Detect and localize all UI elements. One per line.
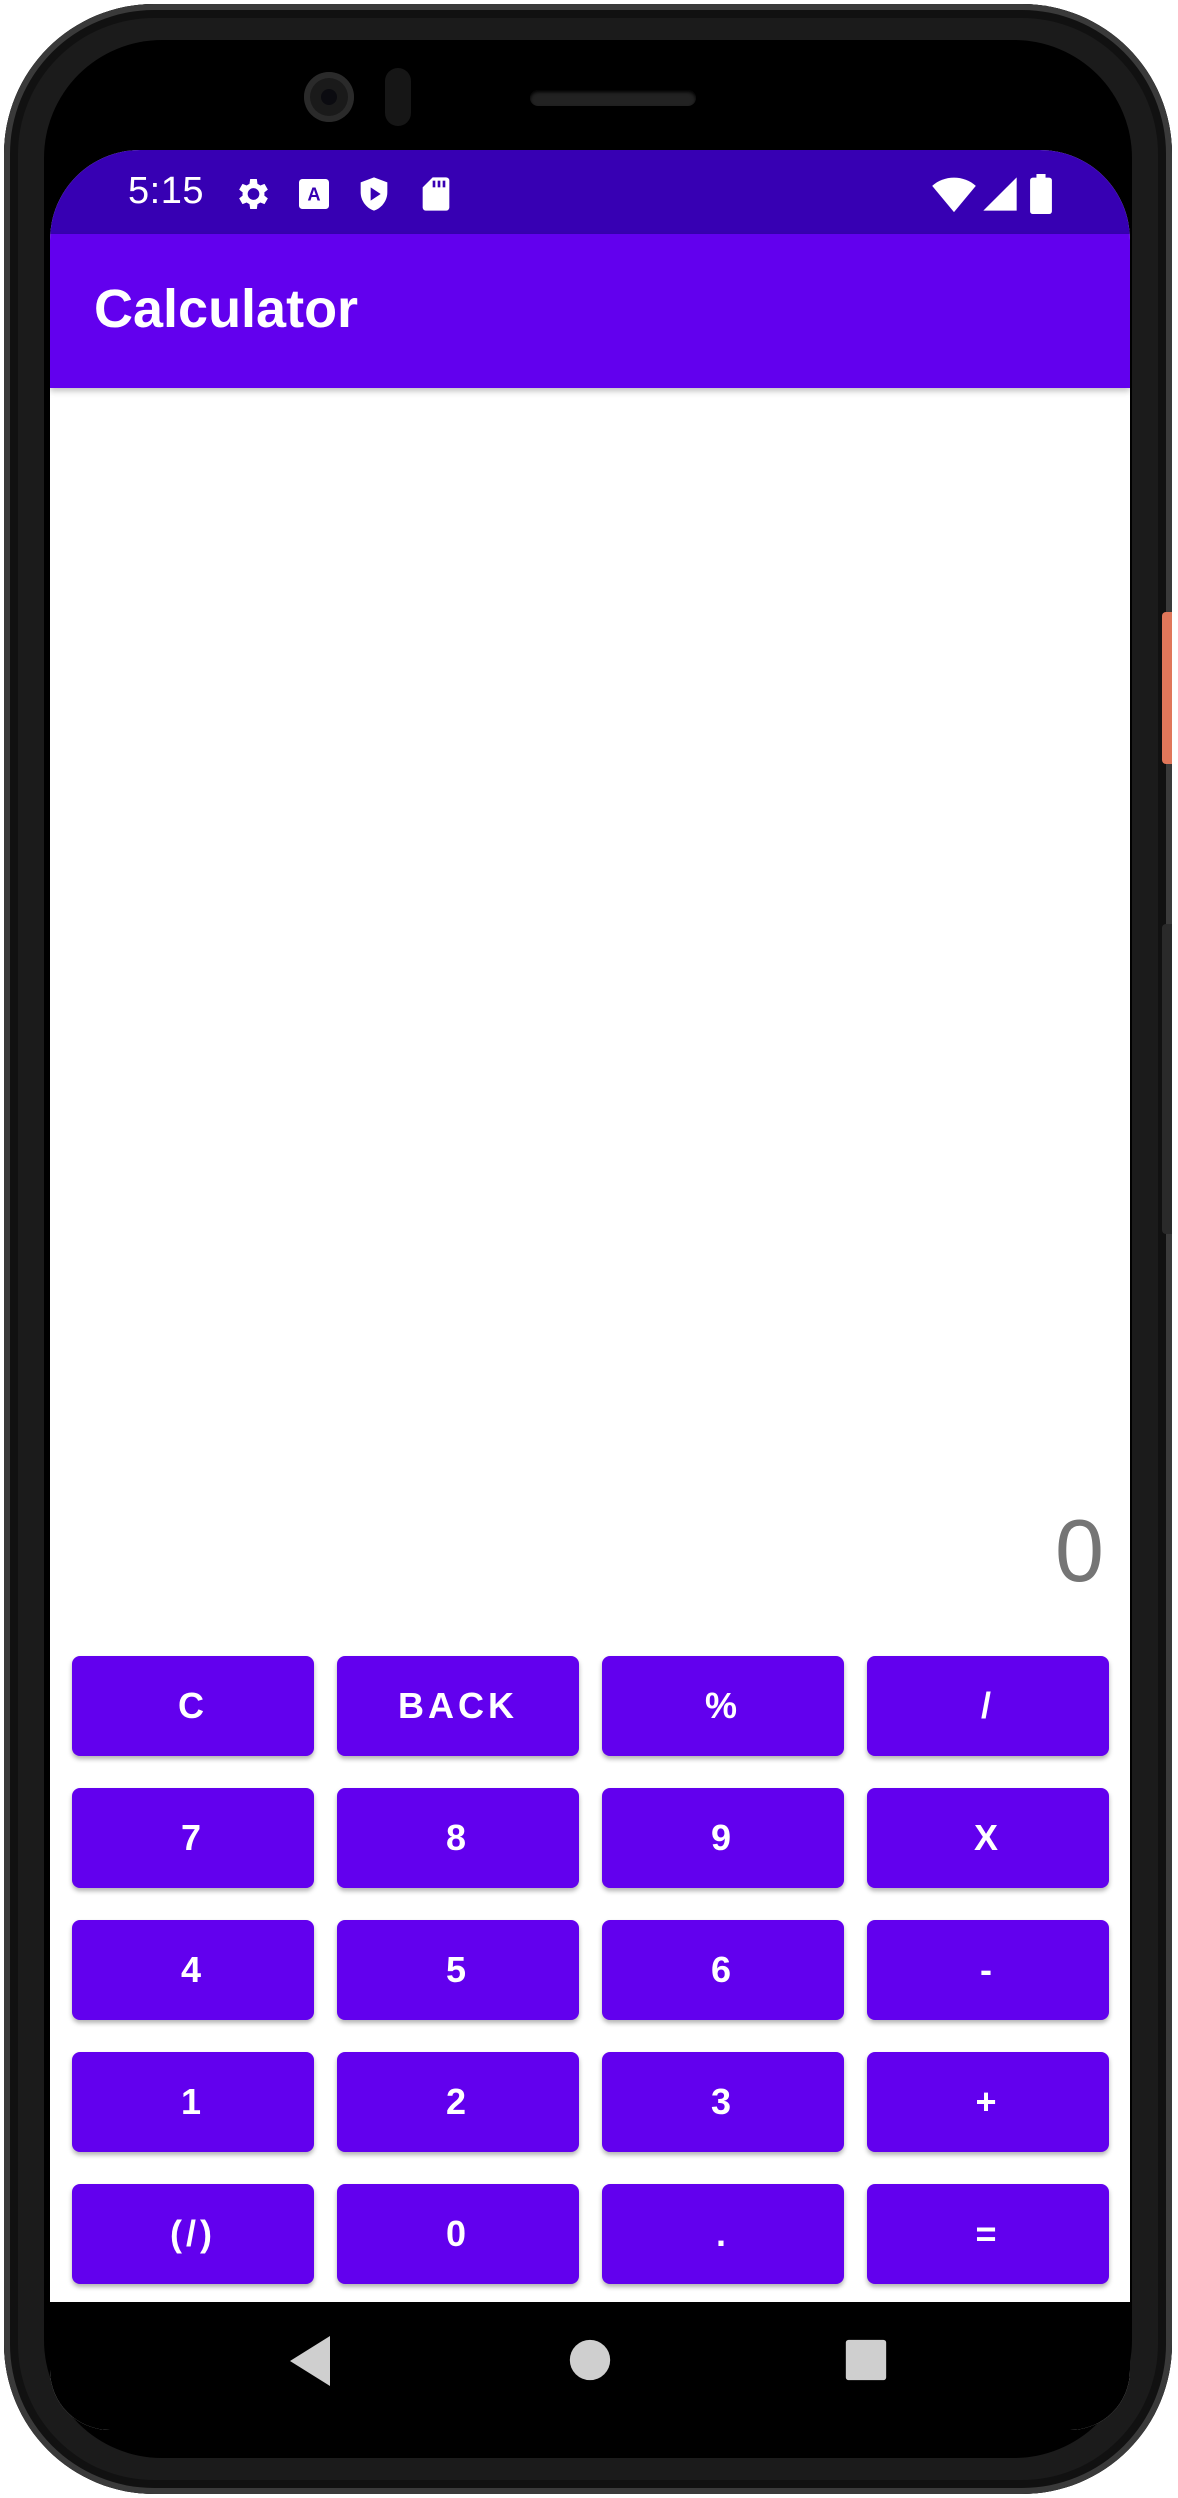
- front-camera: [304, 72, 354, 122]
- battery-icon: [1028, 174, 1054, 214]
- phone-frame: 5:15 A Calculator 0 C BACK % / 7 8 9 X 4…: [4, 4, 1172, 2494]
- digit-9-button[interactable]: 9: [602, 1788, 844, 1888]
- digit-1-button[interactable]: 1: [72, 2052, 314, 2152]
- add-button[interactable]: +: [867, 2052, 1109, 2152]
- clear-button[interactable]: C: [72, 1656, 314, 1756]
- volume-rocker[interactable]: [1162, 924, 1172, 1234]
- digit-8-button[interactable]: 8: [337, 1788, 579, 1888]
- wifi-icon: [932, 174, 976, 214]
- backspace-button[interactable]: BACK: [337, 1656, 579, 1756]
- sd-card-icon: [416, 174, 456, 214]
- screen: 5:15 A Calculator 0 C BACK % / 7 8 9 X 4…: [50, 150, 1130, 2430]
- shield-play-icon: [354, 174, 394, 214]
- result-display: 0: [1055, 1501, 1104, 1600]
- status-bar: 5:15 A: [50, 150, 1130, 234]
- digit-2-button[interactable]: 2: [337, 2052, 579, 2152]
- digit-6-button[interactable]: 6: [602, 1920, 844, 2020]
- svg-text:A: A: [307, 184, 320, 205]
- power-button[interactable]: [1162, 612, 1172, 764]
- font-a-icon: A: [294, 174, 334, 214]
- divide-button[interactable]: /: [867, 1656, 1109, 1756]
- gear-icon: [232, 174, 272, 214]
- percent-button[interactable]: %: [602, 1656, 844, 1756]
- keypad: C BACK % / 7 8 9 X 4 5 6 - 1 2 3 + (/) 0…: [72, 1656, 1109, 2284]
- earpiece-speaker: [530, 90, 696, 106]
- sign-toggle-button[interactable]: (/): [72, 2184, 314, 2284]
- subtract-button[interactable]: -: [867, 1920, 1109, 2020]
- recents-icon[interactable]: [844, 2338, 888, 2387]
- app-title: Calculator: [94, 279, 359, 339]
- digit-7-button[interactable]: 7: [72, 1788, 314, 1888]
- equals-button[interactable]: =: [867, 2184, 1109, 2284]
- cell-signal-icon: [980, 174, 1020, 214]
- home-icon[interactable]: [568, 2338, 612, 2387]
- digit-5-button[interactable]: 5: [337, 1920, 579, 2020]
- decimal-button[interactable]: .: [602, 2184, 844, 2284]
- navigation-bar: [50, 2302, 1130, 2430]
- digit-0-button[interactable]: 0: [337, 2184, 579, 2284]
- app-bar: Calculator: [50, 234, 1130, 388]
- back-icon[interactable]: [286, 2334, 334, 2393]
- multiply-button[interactable]: X: [867, 1788, 1109, 1888]
- digit-3-button[interactable]: 3: [602, 2052, 844, 2152]
- digit-4-button[interactable]: 4: [72, 1920, 314, 2020]
- status-time: 5:15: [128, 170, 204, 212]
- proximity-sensor: [385, 68, 411, 126]
